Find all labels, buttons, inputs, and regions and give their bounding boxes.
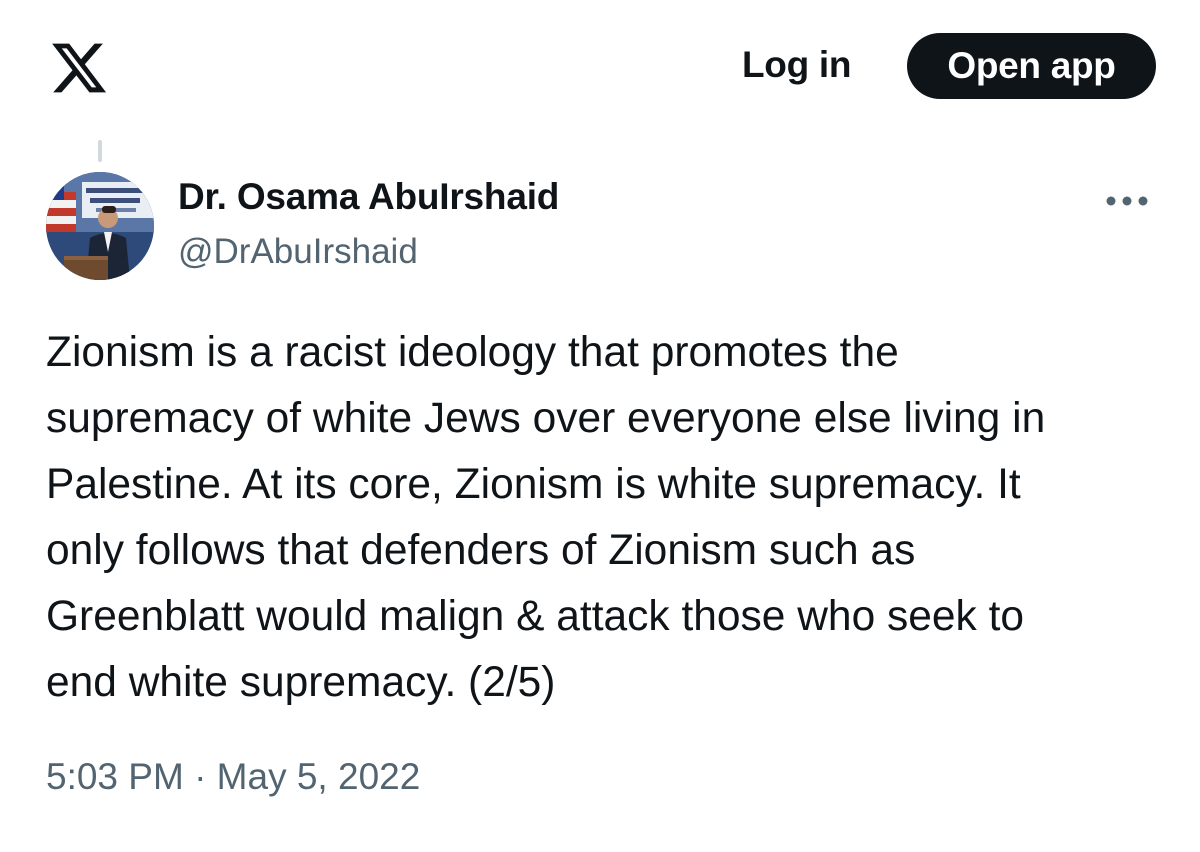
tweet-page: Log in Open app Dr. Osama AbuIrshaid @Dr… bbox=[0, 0, 1200, 852]
open-app-button[interactable]: Open app bbox=[907, 33, 1156, 99]
tweet-text: Zionism is a racist ideology that promot… bbox=[46, 329, 1046, 706]
top-bar: Log in Open app bbox=[0, 0, 1200, 130]
login-link[interactable]: Log in bbox=[742, 44, 851, 86]
tweet-timestamp[interactable]: 5:03 PM · May 5, 2022 bbox=[46, 756, 420, 798]
x-logo-icon[interactable] bbox=[48, 38, 110, 98]
author-handle[interactable]: @DrAbuIrshaid bbox=[178, 232, 418, 272]
author-display-name[interactable]: Dr. Osama AbuIrshaid bbox=[178, 176, 559, 218]
thread-connector-line bbox=[98, 140, 102, 162]
more-horizontal-icon[interactable] bbox=[1102, 186, 1152, 216]
avatar[interactable] bbox=[46, 172, 154, 280]
